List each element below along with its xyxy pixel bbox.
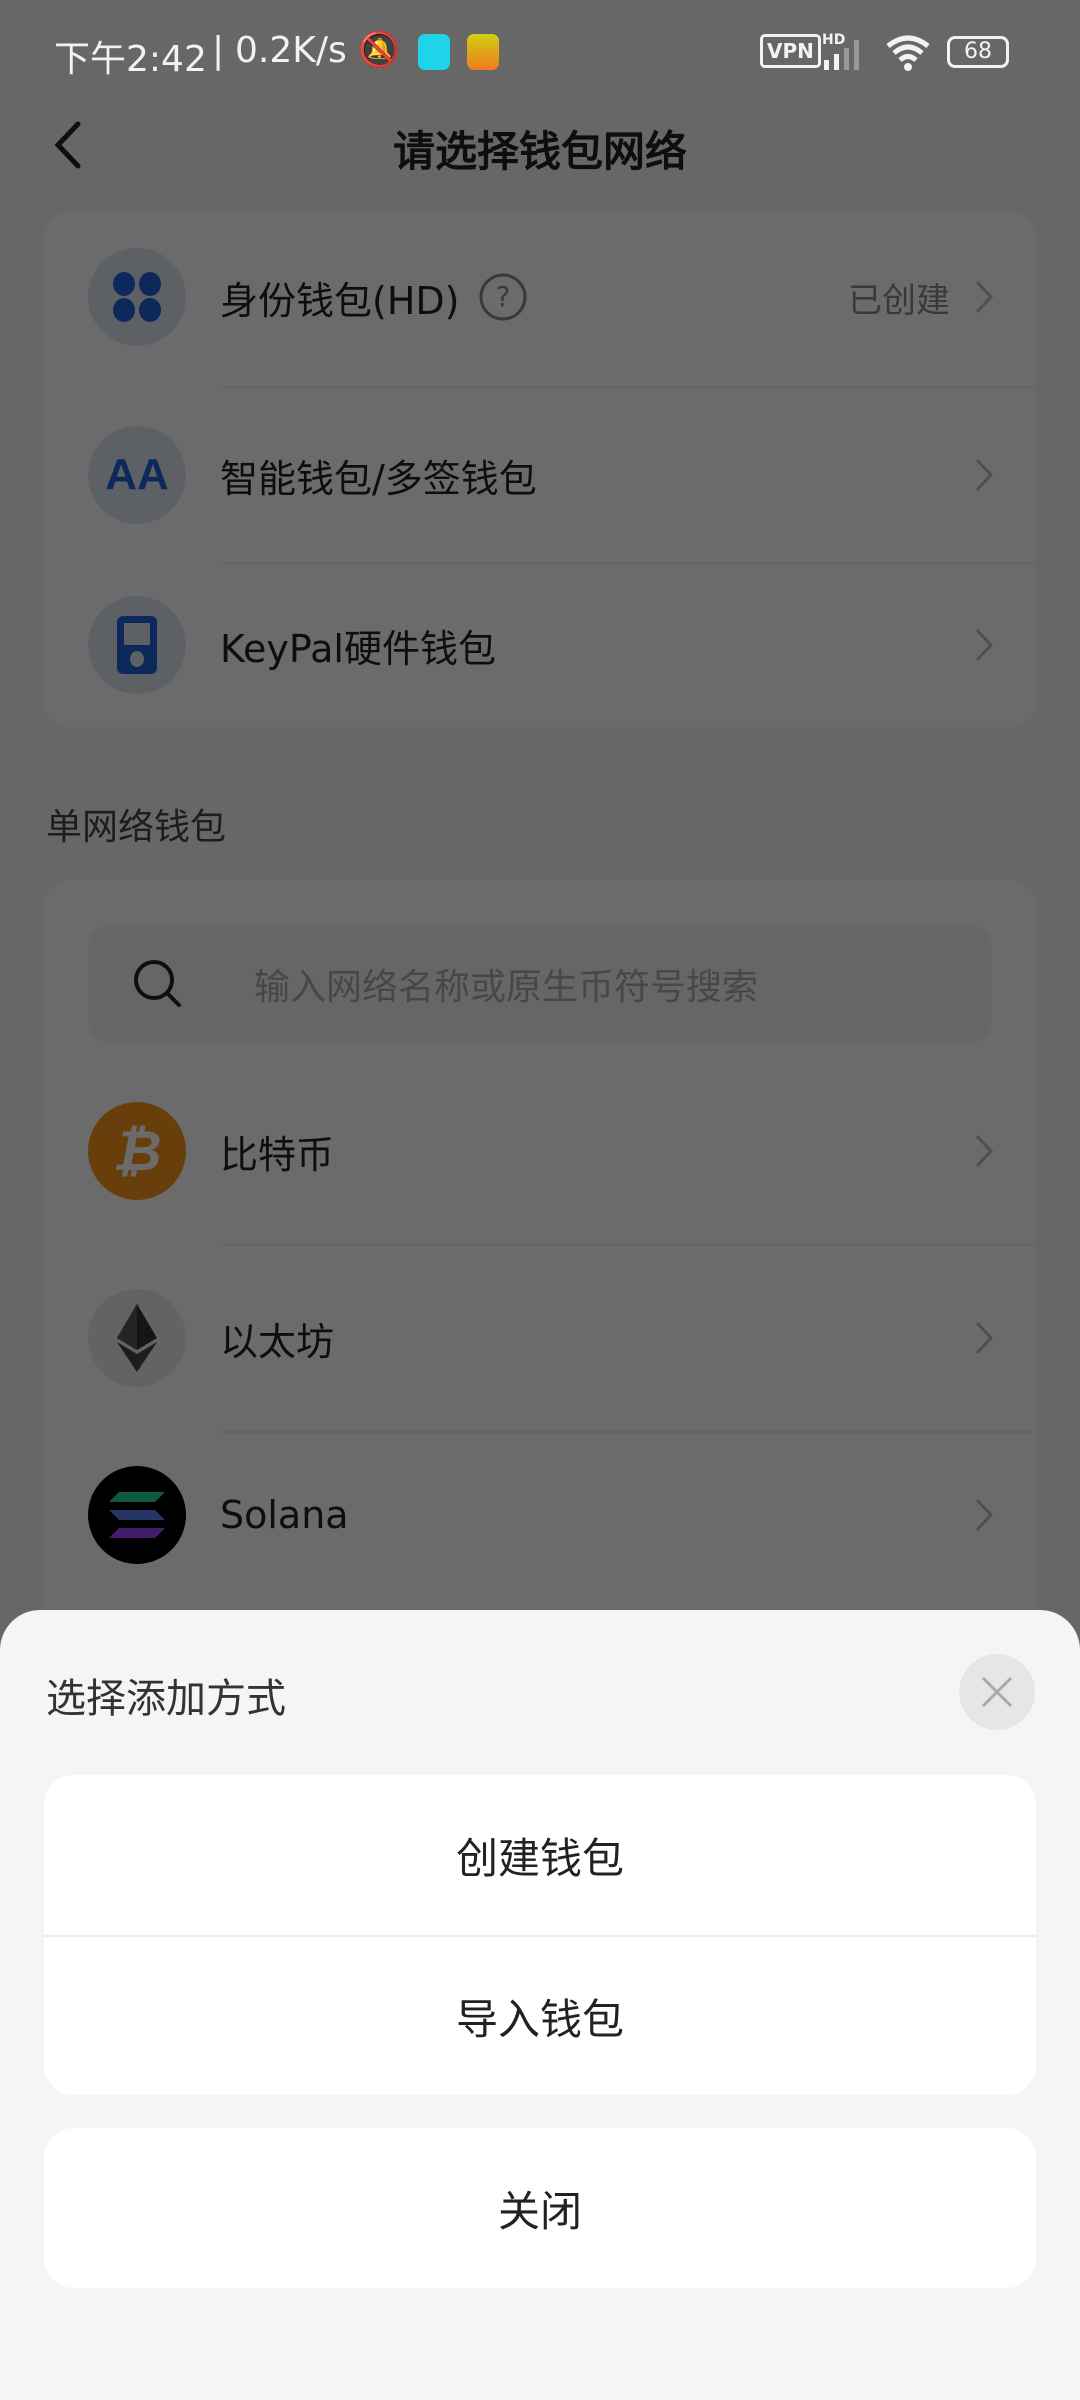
hardware-wallet-icon [88, 596, 186, 694]
chevron-right-icon [975, 1498, 994, 1532]
network-label: 以太坊 [220, 1319, 335, 1364]
wallet-type-keypal[interactable]: KeyPal硬件钱包 [44, 560, 1036, 730]
wallet-type-identity[interactable]: 身份钱包(HD) ? 已创建 [44, 212, 1036, 382]
chevron-right-icon [975, 280, 994, 314]
import-wallet-button[interactable]: 导入钱包 [44, 1935, 1036, 2095]
chevron-right-icon [975, 1321, 994, 1355]
wallet-type-smart[interactable]: AA 智能钱包/多签钱包 [44, 390, 1036, 560]
chevron-right-icon [975, 628, 994, 662]
mute-icon: 🔕 [358, 30, 401, 70]
wallet-type-label: 身份钱包(HD) [220, 278, 460, 323]
status-divider: | [212, 30, 225, 71]
close-button[interactable] [959, 1654, 1035, 1730]
section-title: 单网络钱包 [46, 807, 227, 848]
network-search-input[interactable]: 输入网络名称或原生币符号搜索 [88, 925, 992, 1043]
network-card: 输入网络名称或原生币符号搜索 ₿ 比特币 以太坊 Solana [44, 880, 1036, 1640]
sheet-title: 选择添加方式 [46, 1676, 286, 1722]
network-solana[interactable]: Solana [44, 1440, 1036, 1590]
battery-icon: 68 [947, 36, 1009, 68]
solana-icon [88, 1466, 186, 1564]
close-icon [981, 1676, 1013, 1708]
network-label: Solana [220, 1493, 349, 1537]
identity-wallet-icon [88, 248, 186, 346]
status-time: 下午2:42 [54, 39, 207, 80]
help-icon[interactable]: ? [478, 272, 528, 322]
network-bitcoin[interactable]: ₿ 比特币 [44, 1066, 1036, 1236]
wallet-type-label: 智能钱包/多签钱包 [220, 456, 537, 501]
network-ethereum[interactable]: 以太坊 [44, 1253, 1036, 1423]
add-method-sheet: 选择添加方式 创建钱包 导入钱包 关闭 [0, 1610, 1080, 2400]
wallet-type-label: KeyPal硬件钱包 [220, 626, 496, 671]
page-title: 请选择钱包网络 [392, 127, 687, 176]
svg-text:?: ? [495, 280, 510, 313]
wifi-icon [886, 35, 930, 71]
chevron-right-icon [975, 1134, 994, 1168]
mail-notification-icon [467, 34, 499, 70]
signal-icon [824, 40, 859, 70]
close-card: 关闭 [44, 2128, 1036, 2288]
vpn-icon: VPN [760, 34, 821, 68]
battery-level: 68 [964, 39, 992, 64]
created-status: 已创建 [848, 280, 950, 321]
create-wallet-button[interactable]: 创建钱包 [44, 1775, 1036, 1935]
options-card: 创建钱包 导入钱包 [44, 1775, 1036, 2095]
search-icon [134, 960, 181, 1007]
bitcoin-icon: ₿ [88, 1102, 186, 1200]
network-speed: 0.2K/s [235, 30, 347, 71]
app-notification-icon [418, 34, 450, 70]
network-label: 比特币 [220, 1132, 335, 1177]
status-bar: 下午2:42 | 0.2K/s 🔕 VPN HD 68 [0, 0, 1080, 100]
search-placeholder: 输入网络名称或原生币符号搜索 [254, 967, 759, 1008]
aa-wallet-icon: AA [88, 426, 186, 524]
wallet-type-card: 身份钱包(HD) ? 已创建 AA 智能钱包/多签钱包 KeyPal硬件钱包 [44, 212, 1036, 727]
close-sheet-button[interactable]: 关闭 [44, 2128, 1036, 2288]
chevron-right-icon [975, 458, 994, 492]
ethereum-icon [88, 1289, 186, 1387]
